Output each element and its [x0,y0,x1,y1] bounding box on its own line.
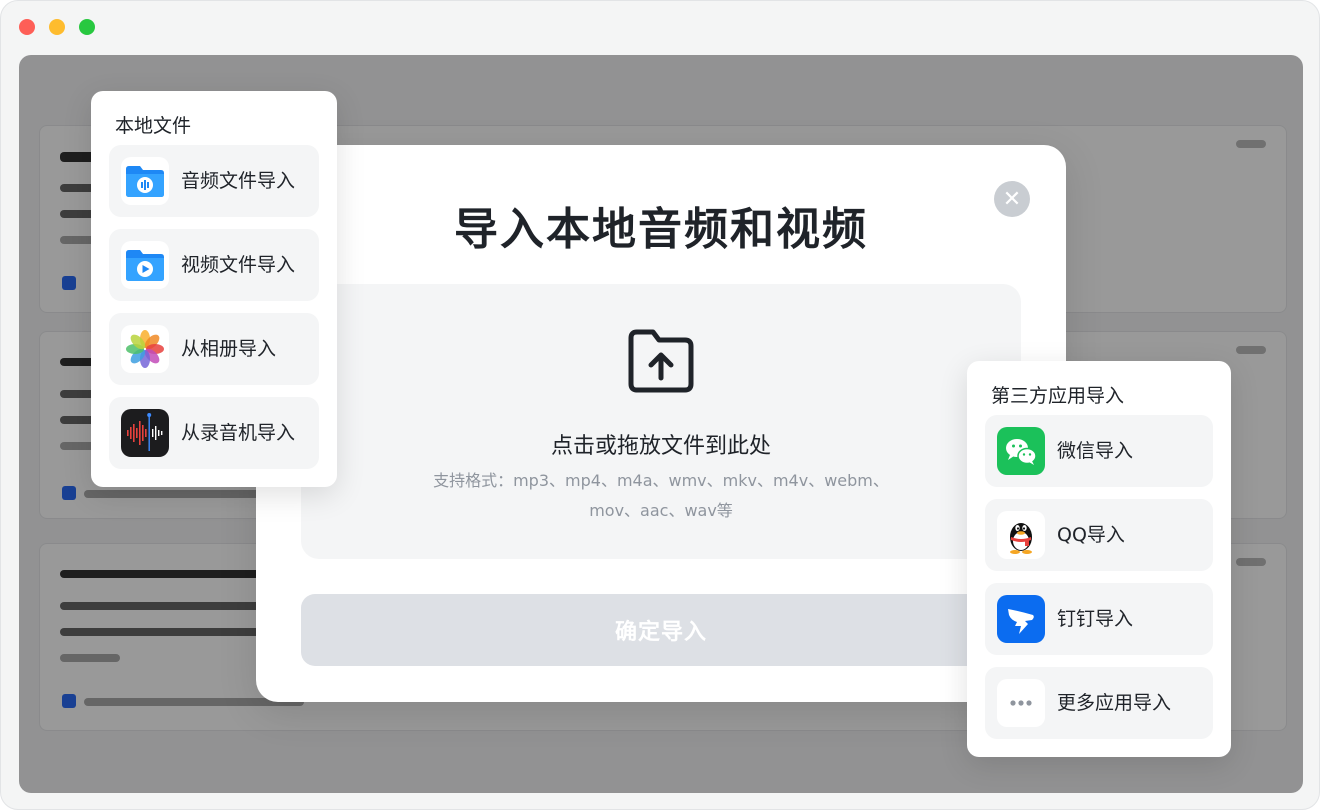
panel-title: 第三方应用导入 [991,385,1125,407]
item-label: 从录音机导入 [181,422,296,444]
confirm-import-button[interactable]: 确定导入 [301,594,1021,666]
qq-icon [997,511,1045,559]
formats-line-2: mov、aac、wav等 [589,501,733,520]
app-window: 导入本地音频和视频 ✕ 点击或拖放文件到此处 支持格式：mp3、mp4、m4a、… [0,0,1320,810]
local-files-panel: 本地文件 音频文件导入 视频文件导入 从相册导入 从录音机导入 [91,91,337,487]
item-label: 微信导入 [1057,440,1134,462]
supported-formats: 支持格式：mp3、mp4、m4a、wmv、mkv、m4v、webm、 mov、a… [401,466,921,526]
folder-upload-icon [628,329,694,393]
minimize-window-button[interactable] [49,19,65,35]
voice-memos-import-item[interactable]: 从录音机导入 [109,397,319,469]
audio-folder-icon [121,157,169,205]
photos-import-item[interactable]: 从相册导入 [109,313,319,385]
qq-import-item[interactable]: QQ导入 [985,499,1213,571]
item-label: 音频文件导入 [181,170,296,192]
item-label: QQ导入 [1057,524,1125,546]
dingtalk-icon [997,595,1045,643]
photos-icon [121,325,169,373]
more-icon [997,679,1045,727]
video-folder-icon [121,241,169,289]
item-label: 视频文件导入 [181,254,296,276]
modal-title: 导入本地音频和视频 [454,204,868,255]
panel-title: 本地文件 [115,115,192,137]
more-apps-import-item[interactable]: 更多应用导入 [985,667,1213,739]
import-modal: 导入本地音频和视频 ✕ 点击或拖放文件到此处 支持格式：mp3、mp4、m4a、… [256,145,1066,702]
wechat-icon [997,427,1045,475]
maximize-window-button[interactable] [79,19,95,35]
item-label: 更多应用导入 [1057,692,1172,714]
formats-line-1: 支持格式：mp3、mp4、m4a、wmv、mkv、m4v、webm、 [433,471,889,490]
audio-import-item[interactable]: 音频文件导入 [109,145,319,217]
item-label: 从相册导入 [181,338,277,360]
dropzone-text: 点击或拖放文件到此处 [550,434,771,459]
wechat-import-item[interactable]: 微信导入 [985,415,1213,487]
file-dropzone[interactable]: 点击或拖放文件到此处 支持格式：mp3、mp4、m4a、wmv、mkv、m4v、… [301,284,1021,559]
close-window-button[interactable] [19,19,35,35]
close-icon[interactable]: ✕ [994,181,1030,217]
third-party-panel: 第三方应用导入 微信导入 QQ导入 钉钉导入 更多应用导入 [967,361,1231,757]
voice-memos-icon [121,409,169,457]
video-import-item[interactable]: 视频文件导入 [109,229,319,301]
item-label: 钉钉导入 [1057,608,1134,630]
dingtalk-import-item[interactable]: 钉钉导入 [985,583,1213,655]
